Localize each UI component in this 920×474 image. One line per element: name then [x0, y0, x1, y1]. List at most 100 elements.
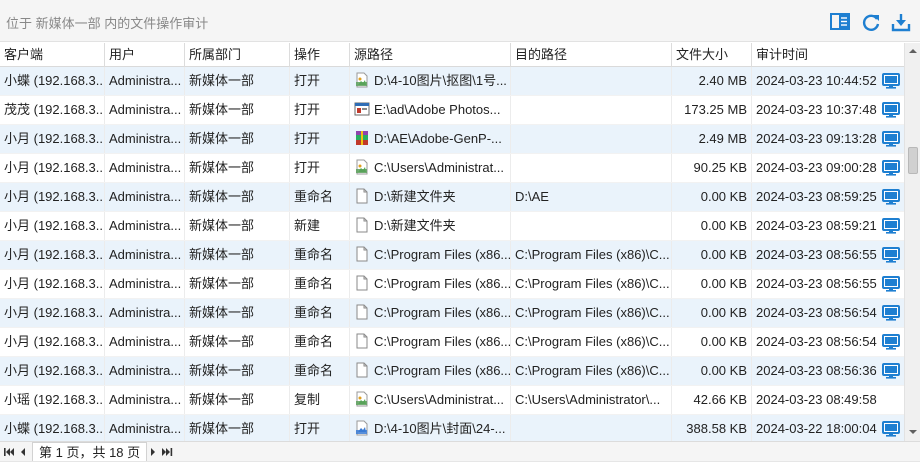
cell-client-text: 小月 (192.168.3...: [4, 305, 105, 320]
remote-screen-icon[interactable]: [882, 247, 900, 263]
download-icon[interactable]: [891, 12, 911, 32]
cell-audit-time-text: 2024-03-23 08:56:54: [756, 305, 877, 320]
cell-source-path-text: C:\Program Files (x86...: [374, 305, 511, 320]
scroll-down-icon[interactable]: [909, 430, 917, 434]
cell-file-size: 0.00 KB: [672, 357, 752, 385]
cell-source-path-text: C:\Program Files (x86...: [374, 247, 511, 262]
cell-department: 新媒体一部: [185, 386, 290, 414]
cell-destination-path-text: C:\Program Files (x86)\C...: [515, 363, 670, 378]
cell-department-text: 新媒体一部: [189, 102, 255, 117]
table-row[interactable]: 小月 (192.168.3... Administra... 新媒体一部 重命名 C:\…: [0, 241, 904, 270]
document-icon: [354, 246, 374, 262]
table-body: 小蝶 (192.168.3... Administra... 新媒体一部 打开 D:\4…: [0, 67, 904, 441]
cell-source-path: C:\Program Files (x86...: [350, 241, 511, 269]
first-page-icon[interactable]: [3, 446, 15, 458]
cell-operation: 重命名: [290, 183, 350, 211]
cell-destination-path: [511, 67, 672, 95]
table-row[interactable]: 小月 (192.168.3... Administra... 新媒体一部 重命名 C:\…: [0, 270, 904, 299]
cell-file-size: 42.66 KB: [672, 386, 752, 414]
document-icon: [354, 362, 374, 378]
table-row[interactable]: 小月 (192.168.3... Administra... 新媒体一部 打开 D:\A…: [0, 125, 904, 154]
remote-screen-icon[interactable]: [882, 218, 900, 234]
column-header-source-path[interactable]: 源路径: [350, 43, 511, 67]
cell-source-path-text: D:\4-10图片\封面\24-...: [374, 421, 506, 436]
cell-destination-path: C:\Program Files (x86)\C...: [511, 357, 672, 385]
cell-audit-time-text: 2024-03-23 08:56:55: [756, 276, 877, 291]
document-icon: [354, 275, 374, 291]
previous-page-icon[interactable]: [17, 446, 29, 458]
table-row[interactable]: 小月 (192.168.3... Administra... 新媒体一部 重命名 D:\…: [0, 183, 904, 212]
table-row[interactable]: 小月 (192.168.3... Administra... 新媒体一部 重命名 C:\…: [0, 357, 904, 386]
cell-department-text: 新媒体一部: [189, 218, 255, 233]
cell-file-size-text: 42.66 KB: [693, 392, 748, 407]
cell-client: 茂茂 (192.168.3...: [0, 96, 105, 124]
cell-client: 小月 (192.168.3...: [0, 270, 105, 298]
cell-client: 小月 (192.168.3...: [0, 241, 105, 269]
table-header: 客户端 用户 所属部门 操作 源路径 目的路径 文件大小 审计时间: [0, 43, 904, 67]
cell-source-path: C:\Program Files (x86...: [350, 299, 511, 327]
cell-department: 新媒体一部: [185, 125, 290, 153]
cell-file-size-text: 0.00 KB: [700, 218, 747, 233]
column-header-file-size[interactable]: 文件大小: [672, 43, 752, 67]
column-header-user[interactable]: 用户: [105, 43, 185, 67]
last-page-icon[interactable]: [161, 446, 173, 458]
cell-audit-time-text: 2024-03-23 08:59:25: [756, 189, 877, 204]
column-header-client[interactable]: 客户端: [0, 43, 105, 67]
cell-destination-path: [511, 154, 672, 182]
cell-department-text: 新媒体一部: [189, 392, 255, 407]
scroll-up-icon[interactable]: [909, 49, 917, 53]
cell-destination-path: D:\AE: [511, 183, 672, 211]
remote-screen-icon[interactable]: [882, 421, 900, 437]
rar-archive-icon: [354, 131, 374, 146]
column-header-department[interactable]: 所属部门: [185, 43, 290, 67]
table-row[interactable]: 小月 (192.168.3... Administra... 新媒体一部 重命名 C:\…: [0, 299, 904, 328]
cell-client-text: 小蝶 (192.168.3...: [4, 73, 105, 88]
cell-audit-time-text: 2024-03-23 08:56:54: [756, 334, 877, 349]
vertical-scrollbar[interactable]: [904, 43, 920, 441]
cell-department-text: 新媒体一部: [189, 276, 255, 291]
next-page-icon[interactable]: [147, 446, 159, 458]
remote-screen-icon[interactable]: [882, 334, 900, 350]
exe-file-icon: [354, 102, 374, 117]
cell-source-path: D:\新建文件夹: [350, 212, 511, 240]
cell-user-text: Administra...: [109, 276, 182, 291]
table-row[interactable]: 小蝶 (192.168.3... Administra... 新媒体一部 打开 D:\4…: [0, 67, 904, 96]
remote-screen-icon[interactable]: [882, 189, 900, 205]
cell-operation-text: 打开: [294, 421, 321, 436]
table-row[interactable]: 小月 (192.168.3... Administra... 新媒体一部 重命名 C:\…: [0, 328, 904, 357]
cell-user-text: Administra...: [109, 363, 182, 378]
cell-destination-path: C:\Program Files (x86)\C...: [511, 299, 672, 327]
cell-operation-text: 重命名: [294, 305, 334, 320]
table-row[interactable]: 小月 (192.168.3... Administra... 新媒体一部 新建 D:\新…: [0, 212, 904, 241]
cell-user-text: Administra...: [109, 218, 182, 233]
toolbar: 位于 新媒体一部 内的文件操作审计: [0, 0, 920, 42]
remote-screen-icon[interactable]: [882, 102, 900, 118]
remote-screen-icon[interactable]: [882, 305, 900, 321]
table-row[interactable]: 小蝶 (192.168.3... Administra... 新媒体一部 打开 D:\4…: [0, 415, 904, 441]
cell-audit-time-text: 2024-03-23 10:37:48: [756, 102, 877, 117]
cell-user: Administra...: [105, 386, 185, 414]
remote-screen-icon[interactable]: [882, 363, 900, 379]
table-row[interactable]: 茂茂 (192.168.3... Administra... 新媒体一部 打开 E:\a…: [0, 96, 904, 125]
columns-icon[interactable]: [830, 12, 850, 32]
column-header-audit-time[interactable]: 审计时间: [752, 43, 904, 67]
cell-source-path: D:\4-10图片\封面\24-...: [350, 415, 511, 441]
cell-department-text: 新媒体一部: [189, 189, 255, 204]
table-row[interactable]: 小瑶 (192.168.3... Administra... 新媒体一部 复制 C:\U…: [0, 386, 904, 415]
remote-screen-icon[interactable]: [882, 73, 900, 89]
cell-user-text: Administra...: [109, 392, 182, 407]
column-header-destination-path[interactable]: 目的路径: [511, 43, 672, 67]
cell-operation-text: 重命名: [294, 276, 334, 291]
cell-department-text: 新媒体一部: [189, 73, 255, 88]
remote-screen-icon[interactable]: [882, 131, 900, 147]
remote-screen-icon[interactable]: [882, 276, 900, 292]
cell-user: Administra...: [105, 212, 185, 240]
remote-screen-icon[interactable]: [882, 160, 900, 176]
scrollbar-thumb[interactable]: [908, 147, 918, 174]
table-row[interactable]: 小月 (192.168.3... Administra... 新媒体一部 打开 C:\U…: [0, 154, 904, 183]
column-header-operation[interactable]: 操作: [290, 43, 350, 67]
refresh-icon[interactable]: [861, 12, 881, 32]
cell-user-text: Administra...: [109, 160, 182, 175]
cell-file-size: 0.00 KB: [672, 299, 752, 327]
cell-department: 新媒体一部: [185, 154, 290, 182]
